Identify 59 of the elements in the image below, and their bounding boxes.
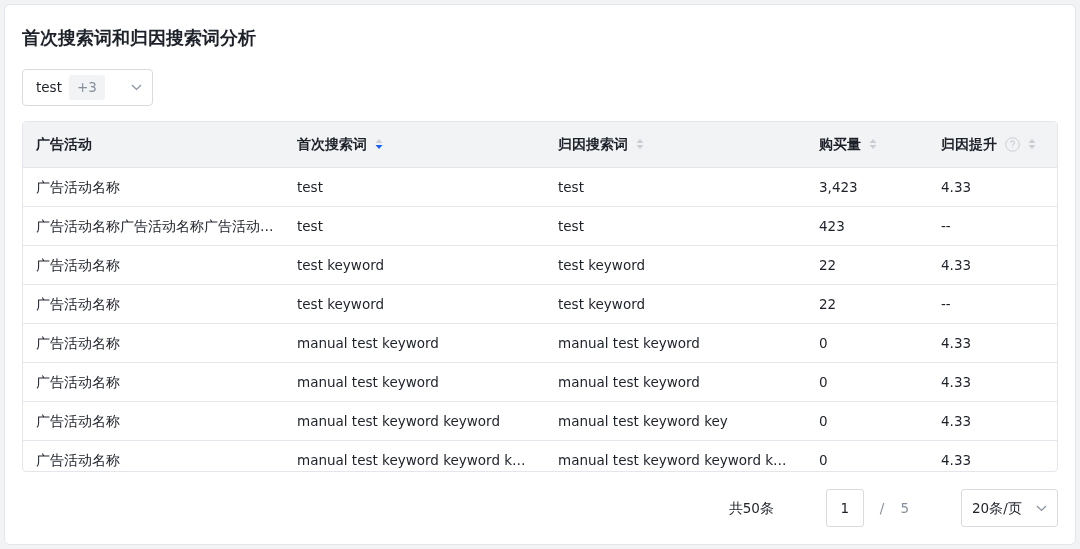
table-cell-text: 0 (819, 411, 828, 431)
table-cell-text: 广告活动名称 (36, 411, 120, 431)
table-cell-text: 广告活动名称 (36, 255, 120, 275)
table-cell-text: 广告活动名称 (36, 333, 120, 353)
total-count: 共50条 (728, 499, 774, 519)
table-cell-text: test keyword (297, 255, 385, 275)
table-cell-text: 22 (819, 255, 837, 275)
column-header[interactable]: 首次搜索词 (297, 134, 367, 155)
table-cell-text: test (558, 216, 584, 236)
table-cell-text: 4.33 (941, 255, 972, 275)
table-cell-text: 4.33 (941, 372, 972, 392)
table-cell-text: -- (941, 294, 951, 314)
select-value: test (36, 78, 62, 98)
total-pages: 5 (900, 499, 909, 519)
sort-icon[interactable] (375, 138, 383, 151)
table-cell-text: 3,423 (819, 177, 858, 197)
table-cell-text: manual test keyword (558, 333, 700, 353)
table-cell-text: 广告活动名称 (36, 450, 120, 470)
panel-title: 首次搜索词和归因搜索词分析 (22, 26, 257, 50)
column-header[interactable]: 归因搜索词 (558, 134, 628, 155)
table-cell-text: 0 (819, 372, 828, 392)
column-header: 广告活动 (36, 135, 92, 155)
chevron-down-icon (1036, 504, 1047, 512)
page-size-select[interactable]: 20条/页 (961, 489, 1058, 528)
column-header[interactable]: 归因提升 (941, 134, 997, 155)
table-cell-text: test (297, 177, 323, 197)
table-cell-text: manual test keyword (558, 372, 700, 392)
select-value: 20条/页 (972, 499, 1022, 519)
table-cell-text: 4.33 (941, 333, 972, 353)
table-cell-text: 广告活动名称 (36, 177, 120, 197)
table-cell-text: 0 (819, 450, 828, 470)
table-cell-text: 22 (819, 294, 837, 314)
table-cell-text: 4.33 (941, 450, 972, 470)
page-separator: / (879, 499, 885, 519)
table-cell-text: 广告活动名称 (36, 294, 120, 314)
table-cell-text: 广告活动名称 (36, 372, 120, 392)
table-cell-text: test keyword (558, 255, 646, 275)
table-cell-text: -- (941, 216, 951, 236)
table-cell-text: 0 (819, 333, 828, 353)
table-cell-text: 4.33 (941, 177, 972, 197)
table-cell-text: manual test keyword keyword k… (558, 450, 787, 470)
table-cell-text: manual test keyword key (558, 411, 728, 431)
chevron-down-icon (131, 83, 142, 91)
table-cell-text: manual test keyword (297, 372, 439, 392)
table-cell-text: manual test keyword keyword k… (297, 450, 526, 470)
table-cell-text: test (297, 216, 323, 236)
table-cell-text: test keyword (297, 294, 385, 314)
table-cell-text: test keyword (558, 294, 646, 314)
table-cell-text: 4.33 (941, 411, 972, 431)
table-cell-text: manual test keyword (297, 333, 439, 353)
column-header[interactable]: 购买量 (819, 134, 861, 155)
page-input[interactable]: 1 (825, 489, 864, 528)
table-cell-text: 广告活动名称广告活动名称广告活动… (36, 216, 274, 236)
table-cell-text: test (558, 177, 584, 197)
help-icon[interactable] (1005, 136, 1020, 152)
filter-select[interactable]: test +3 (22, 69, 153, 106)
count-tag: +3 (68, 75, 105, 100)
table-cell-text: 423 (819, 216, 845, 236)
table-cell-text: manual test keyword keyword (297, 411, 500, 431)
